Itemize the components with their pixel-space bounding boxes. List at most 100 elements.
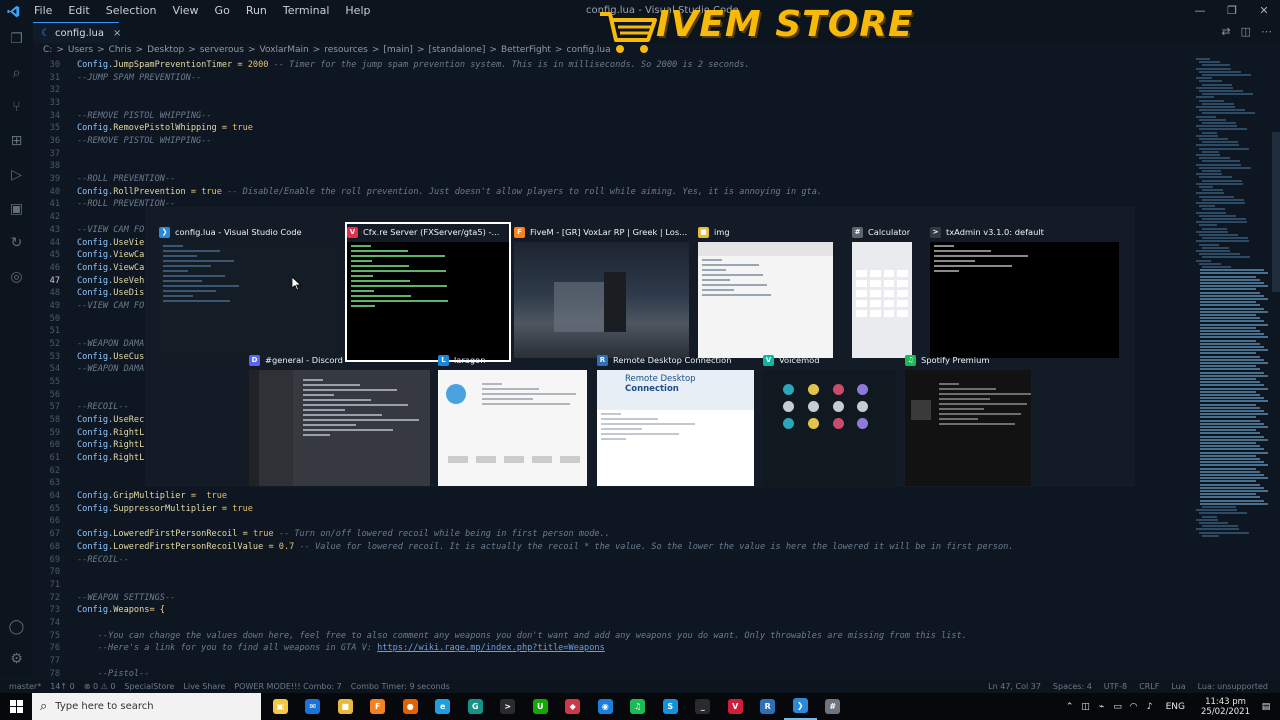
breadcrumb-item[interactable]: [standalone] — [428, 45, 485, 59]
switcher-window-folder[interactable]: ■ img — [698, 224, 833, 358]
taskbar-store-app[interactable]: ▣ — [264, 693, 297, 720]
split-editor-icon[interactable]: ◫ — [1241, 25, 1251, 38]
switcher-window-rdp[interactable]: R Remote Desktop Connection Remote Desktop… — [597, 352, 754, 486]
taskbar-skype-app[interactable]: S — [654, 693, 687, 720]
sync-status[interactable]: 14↑ 0 — [50, 682, 75, 691]
search-icon[interactable]: ⌕ — [0, 56, 33, 90]
switcher-window-spotify[interactable]: ♫ Spotify Premium — [905, 352, 1031, 486]
code-line[interactable]: 71 — [33, 580, 1193, 593]
show-hidden-icons-icon[interactable]: ⌃ — [1062, 702, 1078, 712]
breadcrumb-item[interactable]: serverous — [200, 45, 244, 59]
cursor-position-status[interactable]: Ln 47, Col 37 — [988, 682, 1041, 691]
breadcrumb-item[interactable]: resources — [324, 45, 368, 59]
code-line[interactable]: 70 — [33, 567, 1193, 580]
code-line[interactable]: 35 Config.RemovePistolWhipping = true — [33, 123, 1193, 136]
code-line[interactable]: 74 — [33, 618, 1193, 631]
taskbar-search-box[interactable]: ⌕ Type here to search — [32, 693, 261, 720]
code-line[interactable]: 32 — [33, 85, 1193, 98]
taskbar-gitkraken-app[interactable]: G — [459, 693, 492, 720]
breadcrumb-item[interactable]: [main] — [383, 45, 413, 59]
encoding-status[interactable]: UTF-8 — [1104, 682, 1127, 691]
account-icon[interactable]: ◯ — [0, 610, 33, 644]
compare-icon[interactable]: ⇄ — [1221, 25, 1230, 38]
indentation-status[interactable]: Spaces: 4 — [1053, 682, 1092, 691]
taskbar-vscode-app[interactable]: ❯ — [784, 693, 817, 720]
taskbar-fivem-app[interactable]: F — [362, 693, 395, 720]
code-line[interactable]: 68 Config.LoweredFirstPersonRecoilValue =… — [33, 542, 1193, 555]
windows-start-button[interactable] — [0, 693, 32, 720]
menu-view[interactable]: View — [164, 0, 206, 22]
settings-gear-icon[interactable]: ⚙ — [0, 642, 33, 676]
taskbar-calculator-app[interactable]: # — [817, 693, 850, 720]
special-store-status[interactable]: SpecialStore — [124, 682, 174, 691]
battery-icon[interactable]: ▭ — [1110, 702, 1126, 712]
run-debug-icon[interactable]: ▷ — [0, 158, 33, 192]
code-line[interactable]: 65 Config.SuppressorMultiplier = true — [33, 504, 1193, 517]
switcher-window-calculator[interactable]: # Calculator — [852, 224, 912, 358]
problems-status[interactable]: ⊗ 0 ⚠ 0 — [84, 682, 116, 691]
taskbar-remote-desktop-app[interactable]: R — [752, 693, 785, 720]
code-line[interactable]: 76 --Here's a link for you to find all w… — [33, 643, 1193, 656]
code-line[interactable]: 30 Config.JumpSpamPreventionTimer = 2000 … — [33, 60, 1193, 73]
taskbar-cfx-app[interactable]: V — [719, 693, 752, 720]
gitlens-icon[interactable]: ◎ — [0, 260, 33, 294]
code-line[interactable]: 34 --REMOVE PISTOL WHIPPING-- — [33, 111, 1193, 124]
taskbar-terminal-app[interactable]: > — [492, 693, 525, 720]
live-share-icon[interactable]: ↻ — [0, 226, 33, 260]
menu-selection[interactable]: Selection — [98, 0, 165, 22]
breadcrumb-item[interactable]: Desktop — [147, 45, 184, 59]
git-branch-status[interactable]: master* — [9, 682, 41, 691]
code-link[interactable]: https://wiki.rage.mp/index.php?title=Wea… — [377, 643, 605, 653]
extensions-icon[interactable]: ⊞ — [0, 124, 33, 158]
menu-edit[interactable]: Edit — [60, 0, 97, 22]
code-line[interactable]: 75 --You can change the values down here… — [33, 631, 1193, 644]
menu-terminal[interactable]: Terminal — [275, 0, 338, 22]
taskbar-firefox-app[interactable]: ● — [394, 693, 427, 720]
code-line[interactable]: 40 Config.RollPrevention = true -- Disabl… — [33, 187, 1193, 200]
close-window-button[interactable]: ✕ — [1248, 0, 1280, 22]
code-line[interactable]: 69 --RECOIL-- — [33, 555, 1193, 568]
code-line[interactable]: 38 — [33, 161, 1193, 174]
switcher-window-cfx[interactable]: V Cfx.re Server (FXServer/gta5) -... — [345, 222, 511, 362]
code-line[interactable]: 39 --ROLL PREVENTION-- — [33, 174, 1193, 187]
code-line[interactable]: 66 — [33, 516, 1193, 529]
breadcrumb-item[interactable]: C: — [43, 45, 52, 59]
menu-go[interactable]: Go — [207, 0, 238, 22]
code-line[interactable]: 72 --WEAPON SETTINGS-- — [33, 593, 1193, 606]
tab-close-icon[interactable]: × — [113, 28, 121, 39]
taskbar-spotify-app[interactable]: ♫ — [622, 693, 655, 720]
code-line[interactable]: 33 — [33, 98, 1193, 111]
clock[interactable]: 11:43 pm 25/02/2021 — [1201, 697, 1250, 717]
editor-scrollbar[interactable] — [1272, 132, 1280, 292]
menu-file[interactable]: File — [26, 0, 60, 22]
breadcrumb-item[interactable]: VoxlarMain — [259, 45, 308, 59]
tab-config-lua[interactable]: ☾ config.lua × — [33, 22, 121, 43]
code-line[interactable]: 67 Config.LoweredFirstPersonRecoil = true… — [33, 529, 1193, 542]
switcher-window-vscode[interactable]: ❯ config.lua - Visual Studio Code — [159, 224, 335, 358]
menu-help[interactable]: Help — [337, 0, 378, 22]
taskbar-console-app[interactable]: _ — [687, 693, 720, 720]
taskbar-unknown-app[interactable]: ◆ — [557, 693, 590, 720]
taskbar-upwork-app[interactable]: U — [524, 693, 557, 720]
wifi-icon[interactable]: ◠ — [1126, 702, 1142, 712]
minimize-button[interactable]: — — [1184, 0, 1216, 22]
breadcrumb-item[interactable]: Users — [68, 45, 93, 59]
code-line[interactable]: 77 — [33, 656, 1193, 669]
remote-explorer-icon[interactable]: ▣ — [0, 192, 33, 226]
switcher-window-voicemod[interactable]: V Voicemod — [763, 352, 896, 486]
switcher-window-fivem[interactable]: F FiveM - [GR] VoxLar RP | Greek | Los... — [514, 224, 689, 358]
line-ending-status[interactable]: CRLF — [1139, 682, 1159, 691]
switcher-window-discord[interactable]: D #general - Discord — [249, 352, 430, 486]
taskbar-edge-app[interactable]: e — [427, 693, 460, 720]
taskbar-wallet-app[interactable]: ◉ — [589, 693, 622, 720]
live-share-status[interactable]: Live Share — [183, 682, 225, 691]
source-control-icon[interactable]: ⑂ — [0, 90, 33, 124]
breadcrumb-item[interactable]: BetterFight — [501, 45, 551, 59]
minimap[interactable] — [1196, 58, 1272, 678]
code-line[interactable]: 36 --REMOVE PISTOL WHIPPING-- — [33, 136, 1193, 149]
switcher-window-laragon[interactable]: Llaragon — [438, 352, 587, 486]
code-line[interactable]: 78 --Pistol-- — [33, 669, 1193, 678]
code-line[interactable]: 37 — [33, 149, 1193, 162]
code-line[interactable]: 64 Config.GripMultiplier = true — [33, 491, 1193, 504]
taskbar-file-explorer-app[interactable]: ■ — [329, 693, 362, 720]
